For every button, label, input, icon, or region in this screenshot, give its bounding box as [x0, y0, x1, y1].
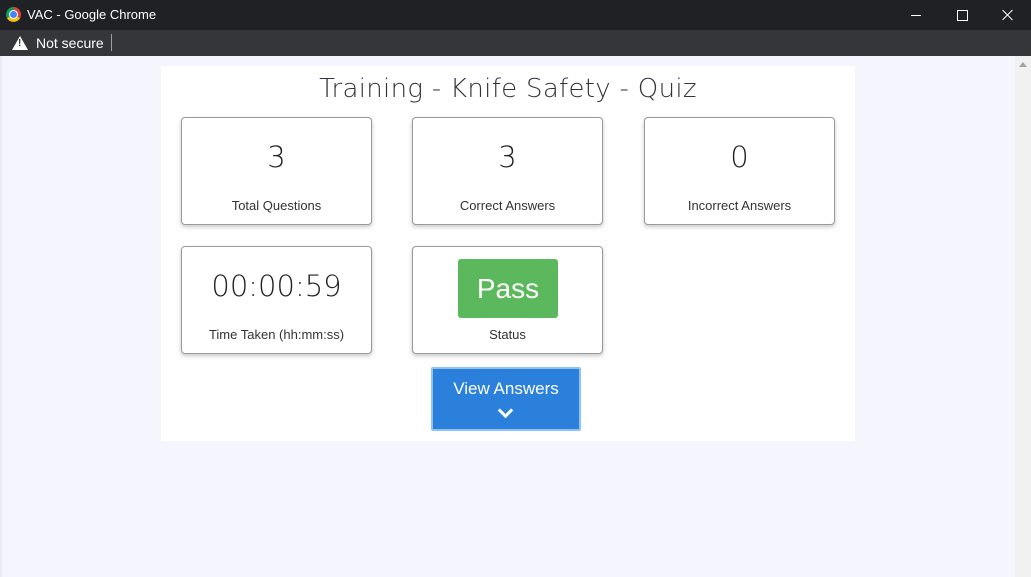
minimize-icon — [911, 14, 921, 16]
correct-answers-card: 3 Correct Answers — [412, 117, 603, 225]
time-taken-card: 00:00:59 Time Taken (hh:mm:ss) — [181, 246, 372, 354]
address-bar: Not secure — [0, 30, 1031, 56]
incorrect-answers-card: 0 Incorrect Answers — [644, 117, 835, 225]
address-divider — [111, 34, 112, 51]
chevron-down-icon — [497, 402, 514, 419]
close-button[interactable] — [985, 0, 1031, 30]
warning-icon[interactable] — [12, 36, 28, 50]
total-questions-card: 3 Total Questions — [181, 117, 372, 225]
left-border — [0, 56, 2, 577]
status-badge: Pass — [458, 259, 558, 318]
window-title: VAC - Google Chrome — [27, 7, 157, 22]
window-titlebar: VAC - Google Chrome — [0, 0, 1031, 30]
status-card: Pass Status — [412, 246, 603, 354]
maximize-icon — [956, 9, 968, 21]
incorrect-answers-value: 0 — [730, 140, 749, 174]
total-questions-label: Total Questions — [231, 198, 322, 213]
time-taken-value: 00:00:59 — [211, 269, 342, 303]
status-label: Status — [489, 327, 526, 342]
scroll-up-icon[interactable] — [1019, 62, 1027, 67]
page-title: Training - Knife Safety - Quiz — [319, 74, 697, 104]
close-icon — [1002, 9, 1014, 21]
quiz-results-panel: Training - Knife Safety - Quiz 3 Total Q… — [161, 66, 855, 441]
correct-answers-value: 3 — [498, 140, 517, 174]
chrome-icon — [6, 7, 21, 22]
minimize-button[interactable] — [893, 0, 939, 30]
view-answers-label: View Answers — [453, 379, 559, 398]
vertical-scrollbar[interactable] — [1015, 56, 1031, 577]
view-answers-button[interactable]: View Answers — [431, 367, 581, 431]
maximize-button[interactable] — [939, 0, 985, 30]
correct-answers-label: Correct Answers — [459, 198, 556, 213]
total-questions-value: 3 — [267, 140, 286, 174]
incorrect-answers-label: Incorrect Answers — [687, 198, 792, 213]
time-taken-label: Time Taken (hh:mm:ss) — [208, 327, 345, 342]
security-indicator[interactable]: Not secure — [36, 35, 104, 51]
